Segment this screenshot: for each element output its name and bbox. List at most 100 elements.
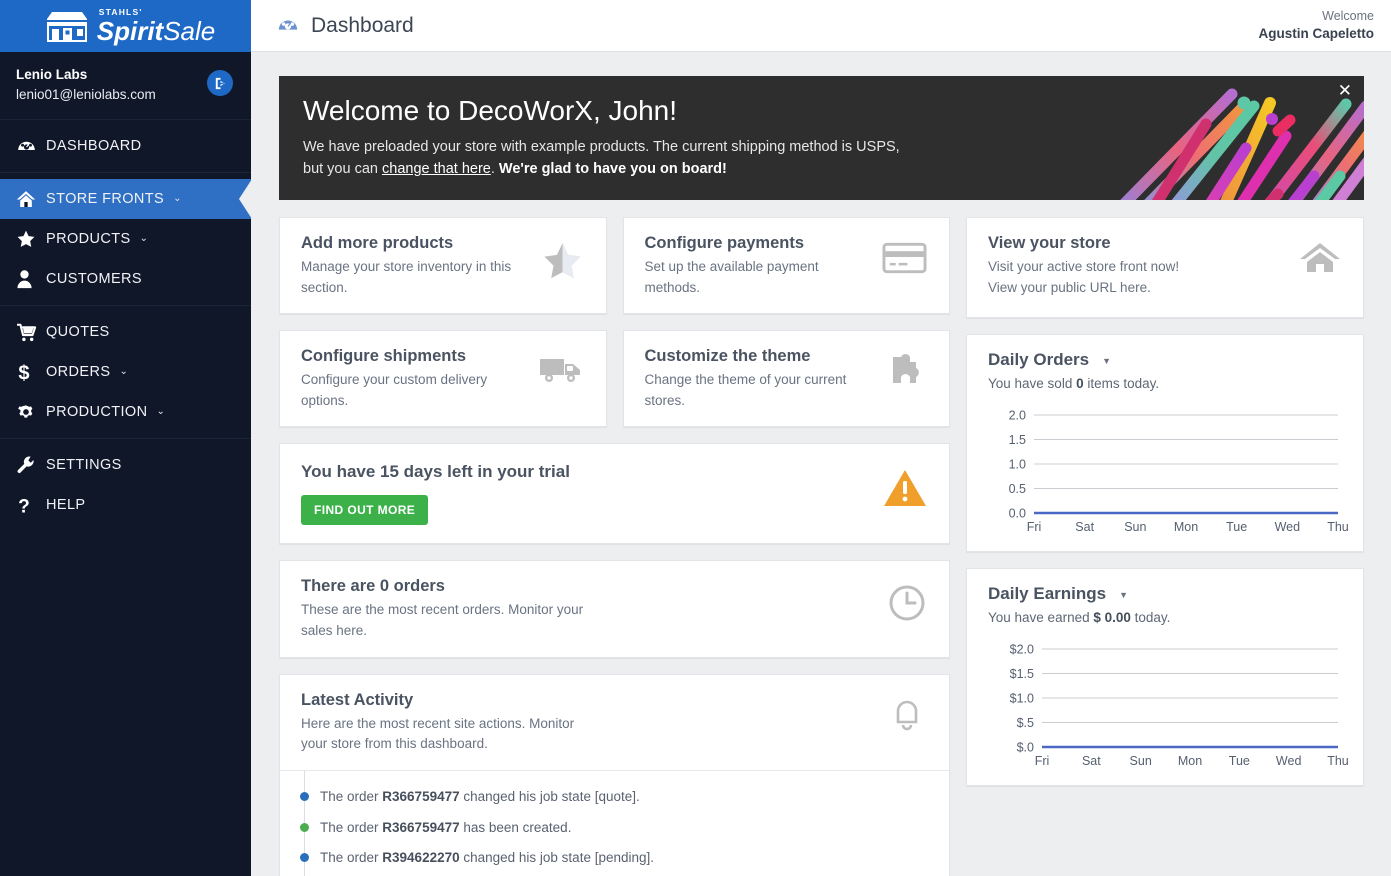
activity-dot [300,792,309,802]
sidebar-item-settings[interactable]: SETTINGS [0,445,251,485]
sidebar-item-products[interactable]: PRODUCTS ⌄ [0,219,251,259]
trial-title: You have 15 days left in your trial [301,461,570,481]
sidebar-group-0: DASHBOARD [0,120,251,174]
sidebar-item-customers[interactable]: CUSTOMERS [0,259,251,299]
tile-configure-shipments[interactable]: Configure shipments Configure your custo… [279,329,607,427]
svg-text:Tue: Tue [1226,520,1247,534]
dashboard-icon [16,136,46,157]
orders-card: There are 0 orders These are the most re… [279,559,950,658]
tile-customize-theme[interactable]: Customize the theme Change the theme of … [622,329,950,427]
banner-heading: Welcome to DecoWorX, John! [303,95,678,126]
brand-name-bold: Spirit [96,15,164,46]
banner-body: We have preloaded your store with exampl… [303,136,923,181]
tile-row-2: Configure shipments Configure your custo… [279,329,950,443]
svg-text:1.5: 1.5 [1009,433,1026,447]
puzzle-icon [885,353,927,398]
brand-name-light: Sale [163,15,216,46]
tile-desc: Configure your custom delivery options. [301,371,488,408]
sidebar-user-block: Lenio Labs lenio01@leniolabs.com [0,52,251,121]
svg-text:$: $ [18,362,29,382]
chevron-down-icon[interactable]: ▼ [1102,357,1111,366]
activity-text: The order R366759477 has been created. [320,818,571,838]
trial-card: You have 15 days left in your trial FIND… [279,442,950,544]
chevron-down-icon[interactable]: ⌄ [173,194,181,204]
activity-card-text: Latest Activity Here are the most recent… [301,691,601,756]
sidebar-item-production[interactable]: PRODUCTION ⌄ [0,392,251,432]
half-star-icon [541,240,584,288]
activity-text-post: changed his job state [quote]. [459,789,640,805]
gear-icon [16,402,46,422]
sidebar-item-quotes[interactable]: QUOTES [0,312,251,352]
activity-text: The order R366759477 changed his job sta… [320,787,640,807]
sidebar-group-3: SETTINGS? HELP [0,439,251,531]
change-shipping-link[interactable]: change that here [382,161,491,177]
svg-text:?: ? [18,496,30,515]
find-out-more-button[interactable]: FIND OUT MORE [301,494,429,525]
svg-text:$.0: $.0 [1017,741,1034,755]
tile-title: Add more products [301,234,454,252]
activity-dot [300,822,309,832]
chevron-down-icon[interactable]: ⌄ [140,234,148,244]
activity-text-post: changed his job state [pending]. [459,849,655,865]
tile-view-store[interactable]: View your store Visit your active store … [966,217,1364,318]
subtitle-post: items today. [1083,376,1160,391]
sidebar-item-dashboard[interactable]: DASHBOARD [0,126,251,166]
tile-add-products[interactable]: Add more products Manage your store inve… [279,217,607,314]
daily-orders-title: Daily Orders [988,350,1090,369]
sidebar-item-label: SETTINGS [46,457,122,474]
chevron-down-icon[interactable]: ⌄ [119,367,127,377]
tile-desc: Set up the available payment methods. [644,259,819,295]
svg-text:1.0: 1.0 [1009,458,1026,472]
activity-card-title: Latest Activity [301,690,414,709]
tile-configure-payments[interactable]: Configure payments Set up the available … [622,217,950,314]
dashboard-columns: Add more products Manage your store inve… [279,217,1364,876]
daily-earnings-plot: $.0 $.5 $1.0 $1.5 $2.0 Fri Sat Sun Mon Tue Wed Thu [988,641,1349,773]
activity-card-head: Latest Activity Here are the most recent… [280,675,949,771]
user-icon [16,269,46,289]
tile-row-1: Add more products Manage your store inve… [279,217,950,330]
svg-text:Wed: Wed [1275,520,1301,534]
svg-text:2.0: 2.0 [1009,409,1026,423]
topbar: Dashboard Welcome Agustin Capeletto [251,0,1391,52]
daily-orders-plot: 0.0 0.5 1.0 1.5 2.0 Fri Sat Sun Mon Tue Wed Thu [988,407,1349,539]
logout-button[interactable] [207,70,233,96]
sidebar-item-help[interactable]: ? HELP [0,485,251,525]
activity-text-pre: The order [320,789,383,805]
activity-list[interactable]: The order R366759477 changed his job sta… [280,770,949,876]
tile-title: Configure shipments [301,346,467,365]
svg-text:Sun: Sun [1130,754,1152,768]
banner-close-button[interactable]: ✕ [1338,82,1352,99]
svg-text:Tue: Tue [1229,754,1250,768]
svg-text:Thu: Thu [1327,520,1349,534]
topbar-right[interactable]: Welcome Agustin Capeletto [1258,8,1374,43]
activity-order-id: R394622270 [382,849,460,865]
welcome-banner: ✕ Welcome to DecoWorX, John! We have pre… [279,76,1364,200]
activity-text-post: has been created. [459,819,572,835]
orders-card-text: There are 0 orders These are the most re… [301,577,601,642]
daily-earnings-title: Daily Earnings [988,584,1107,603]
sidebar-item-label: HELP [46,497,86,514]
banner-body-part2: . [490,161,499,178]
sidebar-item-label: PRODUCTS [46,231,131,248]
left-column: Add more products Manage your store inve… [279,217,950,876]
activity-text: The order R394622270 changed his job sta… [320,848,654,868]
svg-text:Mon: Mon [1174,520,1198,534]
tile-desc-line1: Visit your active store front now! [988,259,1180,274]
sidebar-item-orders[interactable]: $ ORDERS ⌄ [0,352,251,392]
chevron-down-icon[interactable]: ⌄ [156,407,164,417]
activity-item: The order R394622270 changed his job sta… [280,843,949,873]
banner-content: Welcome to DecoWorX, John! We have prelo… [279,76,1364,181]
svg-text:$1.5: $1.5 [1010,667,1034,681]
svg-text:Mon: Mon [1178,754,1202,768]
svg-text:Sun: Sun [1124,520,1146,534]
brand-logo[interactable]: STAHLS' SpiritSale [0,0,251,52]
tile-text: Configure payments Set up the available … [645,234,870,299]
activity-card-desc: Here are the most recent site actions. M… [301,715,575,752]
daily-orders-subtitle: You have sold 0 items today. [988,376,1345,391]
svg-text:Fri: Fri [1035,754,1050,768]
activity-item: The order R366759477 changed his job sta… [280,782,949,812]
chevron-down-icon[interactable]: ▼ [1119,591,1128,600]
sidebar-item-store-fronts[interactable]: STORE FRONTS ⌄ [0,179,252,220]
subtitle-pre: You have earned [988,610,1094,625]
sidebar-item-label: STORE FRONTS [46,191,165,208]
